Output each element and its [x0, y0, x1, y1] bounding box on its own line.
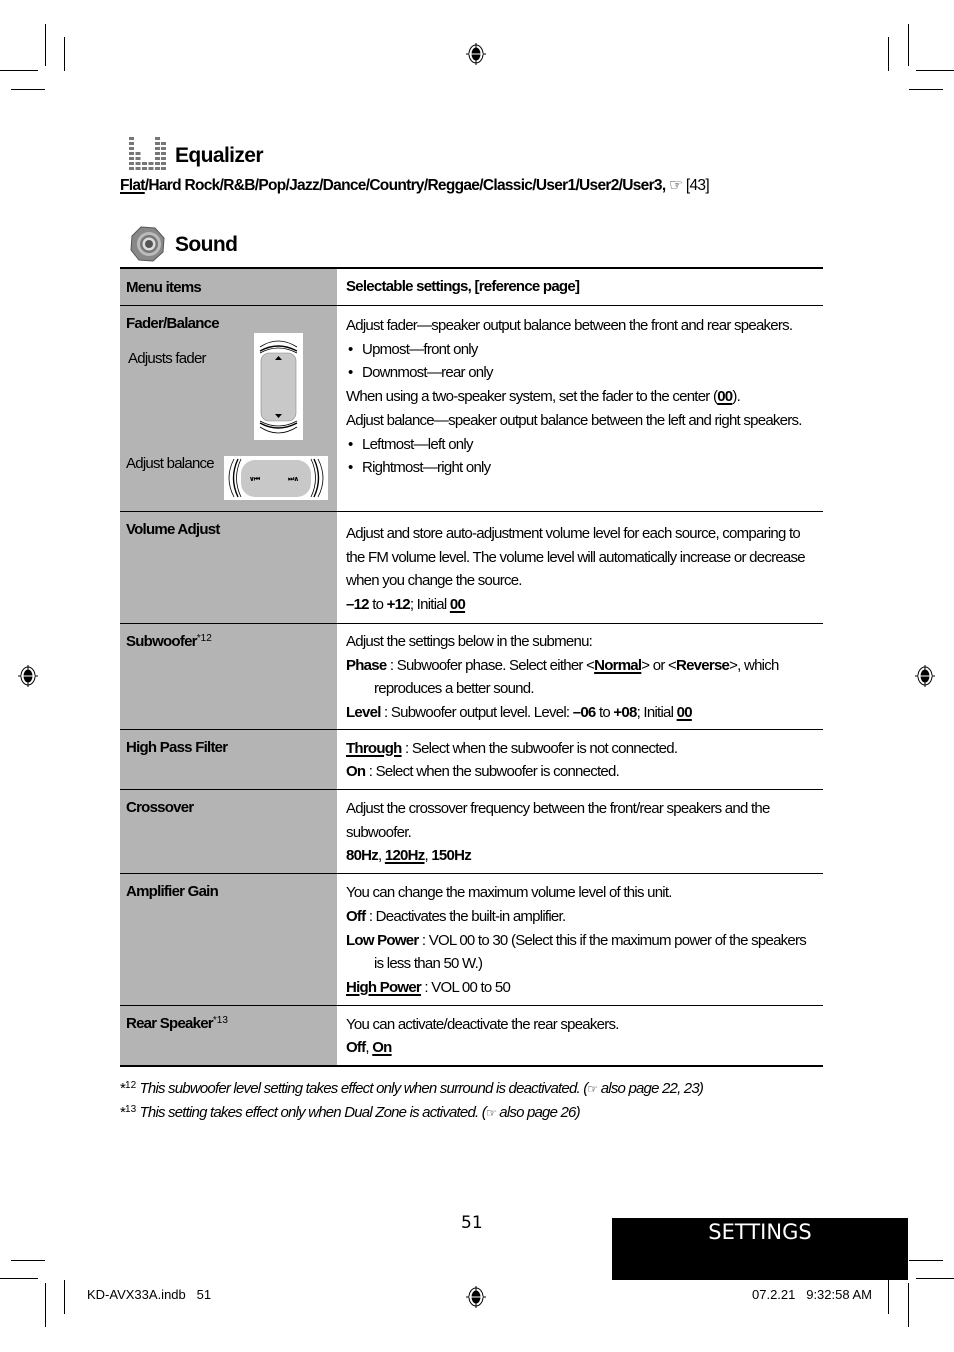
equalizer-option: R&B	[223, 177, 255, 194]
table-row-rear-speaker: Rear Speaker*13 You can activate/deactiv…	[120, 1005, 823, 1067]
equalizer-option: User2	[579, 177, 619, 194]
balance-control-icon[interactable]: ∨⏮ ⏭∧	[224, 456, 328, 500]
registration-mark-icon	[18, 665, 38, 687]
menu-item-amplifier-gain: Amplifier Gain	[126, 883, 219, 901]
fader-control-icon[interactable]	[254, 333, 303, 440]
table-row-fader-balance: Fader/Balance Adjusts fader Adjust balan…	[120, 305, 823, 512]
table-row-high-pass-filter: High Pass Filter Through : Select when t…	[120, 729, 823, 791]
menu-item-high-pass-filter: High Pass Filter	[126, 738, 228, 756]
subwoofer-intro: Adjust the settings below in the submenu…	[346, 632, 593, 650]
amp-gain-off: Off : Deactivates the built-in amplifier…	[346, 907, 566, 925]
footnote-13: *13 This setting takes effect only when …	[120, 1104, 581, 1121]
crop-mark	[908, 1283, 909, 1327]
menu-item-subwoofer: Subwoofer*12	[126, 632, 212, 650]
reference-icon: ☞	[485, 1106, 497, 1120]
crop-mark	[888, 1280, 889, 1314]
page-number: 51	[461, 1213, 483, 1233]
menu-item-fader-balance: Fader/Balance	[126, 315, 220, 332]
crop-mark	[888, 37, 889, 71]
hpf-option-on: On : Select when the subwoofer is connec…	[346, 763, 620, 781]
section-tab-settings: SETTINGS	[612, 1218, 908, 1280]
footnote-ref-13: *13	[212, 1014, 228, 1026]
column-header-settings: Selectable settings, [reference page]	[337, 268, 823, 306]
sound-settings-table: Menu items Selectable settings, [referen…	[120, 267, 823, 1068]
equalizer-option: Hard Rock	[148, 177, 220, 194]
reference-icon: ☞	[669, 177, 686, 194]
crossover-description: Adjust the crossover frequency between t…	[346, 800, 770, 841]
table-row-volume-adjust: Volume Adjust Adjust and store auto-adju…	[120, 511, 823, 624]
amp-gain-low-power: Low Power : VOL 00 to 30 (Select this if…	[346, 931, 807, 973]
crop-mark	[64, 1280, 65, 1314]
rear-speaker-options: Off, On	[346, 1039, 392, 1057]
footnote-ref-12: *12	[196, 632, 212, 644]
balance-bullet-rightmost: Rightmost—right only	[346, 456, 823, 480]
amp-gain-intro: You can change the maximum volume level …	[346, 884, 672, 902]
crop-mark	[64, 37, 65, 71]
equalizer-title: Equalizer	[175, 144, 264, 167]
equalizer-reference-page: [43]	[685, 177, 710, 194]
table-row-subwoofer: Subwoofer*12 Adjust the settings below i…	[120, 623, 823, 730]
crop-mark	[916, 70, 954, 71]
menu-item-crossover: Crossover	[126, 799, 194, 817]
fader-center-note: When using a two-speaker system, set the…	[346, 388, 741, 406]
fader-center-value: 00	[717, 388, 733, 406]
reference-icon: ☞	[587, 1082, 598, 1096]
crossover-options: 80Hz, 120Hz, 150Hz	[346, 847, 472, 865]
menu-item-rear-speaker: Rear Speaker*13	[126, 1014, 228, 1032]
print-slug-timestamp: 07.2.21 9:32:58 AM	[752, 1287, 872, 1302]
equalizer-options: Flat/Hard Rock/R&B/Pop/Jazz/Dance/Countr…	[120, 177, 710, 194]
volume-adjust-description: Adjust and store auto-adjustment volume …	[346, 525, 806, 590]
crop-mark	[909, 89, 943, 90]
registration-mark-icon	[466, 43, 486, 65]
rear-speaker-intro: You can activate/deactivate the rear spe…	[346, 1015, 619, 1033]
fader-caption: Adjusts fader	[128, 350, 207, 367]
crop-mark	[909, 1260, 943, 1261]
fader-bullet-downmost: Downmost—rear only	[346, 361, 823, 385]
equalizer-option: User1	[535, 177, 576, 194]
sound-title: Sound	[175, 233, 238, 256]
column-header-menu-items: Menu items	[120, 268, 337, 306]
equalizer-option: Pop	[258, 177, 286, 194]
speaker-icon	[130, 226, 165, 262]
volume-adjust-range: –12 to +12; Initial 00	[346, 596, 466, 614]
fader-description: Adjust fader—speaker output balance betw…	[346, 317, 793, 334]
equalizer-option: Dance	[322, 177, 367, 194]
subwoofer-level: Level : Subwoofer output level. Level: –…	[346, 703, 693, 721]
balance-description: Adjust balance—speaker output balance be…	[346, 411, 802, 429]
subwoofer-phase: Phase : Subwoofer phase. Select either <…	[346, 656, 779, 698]
crop-mark	[45, 24, 46, 66]
table-row-amplifier-gain: Amplifier Gain You can change the maximu…	[120, 873, 823, 1006]
crop-mark	[908, 24, 909, 66]
amp-gain-high-power: High Power : VOL 00 to 50	[346, 978, 511, 996]
crop-mark	[916, 1278, 954, 1279]
hpf-option-through: Through : Select when the subwoofer is n…	[346, 739, 678, 757]
equalizer-option: User3	[622, 177, 662, 194]
equalizer-option: Flat	[120, 177, 145, 194]
balance-left-label: ∨⏮	[249, 475, 261, 483]
balance-bullet-leftmost: Leftmost—left only	[346, 433, 823, 457]
equalizer-option: Country	[369, 177, 424, 194]
fader-bullet-upmost: Upmost—front only	[346, 338, 823, 362]
print-slug-file: KD-AVX33A.indb 51	[87, 1287, 212, 1302]
table-row-crossover: Crossover Adjust the crossover frequency…	[120, 789, 823, 875]
crop-mark	[45, 1283, 46, 1327]
equalizer-option: Jazz	[289, 177, 320, 194]
crop-mark	[11, 89, 45, 90]
balance-right-label: ⏭∧	[288, 475, 299, 483]
equalizer-option: Classic	[482, 177, 533, 194]
registration-mark-icon	[466, 1286, 486, 1308]
crop-mark	[0, 1278, 38, 1279]
crop-mark	[11, 1260, 45, 1261]
balance-caption: Adjust balance	[126, 455, 215, 472]
equalizer-option: Reggae	[427, 177, 480, 194]
table-header-row: Menu items Selectable settings, [referen…	[120, 268, 823, 306]
registration-mark-icon	[915, 665, 935, 687]
footnote-12: *12 This subwoofer level setting takes e…	[120, 1080, 704, 1097]
menu-item-volume-adjust: Volume Adjust	[126, 521, 220, 538]
equalizer-icon	[129, 137, 166, 170]
crop-mark	[0, 70, 38, 71]
